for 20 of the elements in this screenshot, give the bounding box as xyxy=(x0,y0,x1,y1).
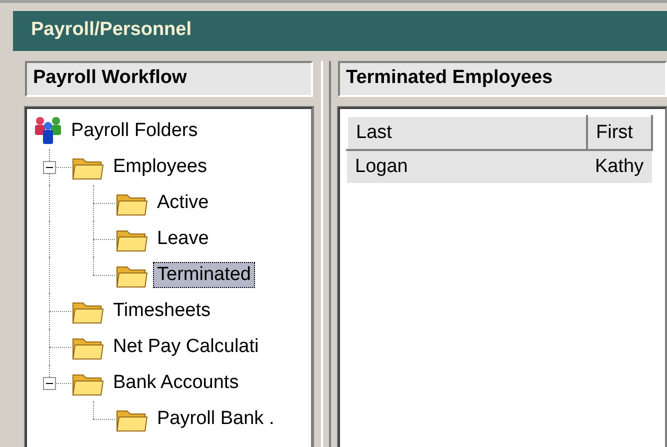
splitter[interactable] xyxy=(321,61,331,447)
tree-item[interactable]: Payroll Bank . xyxy=(153,406,278,432)
people-icon xyxy=(33,116,63,146)
pane-title: Payroll Workflow xyxy=(25,61,313,97)
tree-item[interactable]: Active xyxy=(153,190,213,216)
pane-title: Terminated Employees xyxy=(338,61,667,97)
tree-item[interactable]: Net Pay Calculati xyxy=(109,334,263,360)
tree-item[interactable]: Payroll Folders xyxy=(67,118,202,144)
column-header[interactable]: Last xyxy=(347,116,587,150)
tree-item[interactable]: Terminated xyxy=(153,262,255,288)
column-header[interactable]: First xyxy=(587,116,652,150)
tree-item[interactable]: Timesheets xyxy=(109,298,214,324)
collapse-toggle[interactable] xyxy=(43,161,56,174)
table-cell: Logan xyxy=(347,150,587,183)
collapse-toggle[interactable] xyxy=(43,377,56,390)
tree-item[interactable]: Leave xyxy=(153,226,213,252)
tree-item[interactable]: Employees xyxy=(109,154,211,180)
table-cell: Kathy xyxy=(587,150,652,183)
tree-item[interactable]: Bank Accounts xyxy=(109,370,243,396)
window-title: Payroll/Personnel xyxy=(13,11,667,51)
